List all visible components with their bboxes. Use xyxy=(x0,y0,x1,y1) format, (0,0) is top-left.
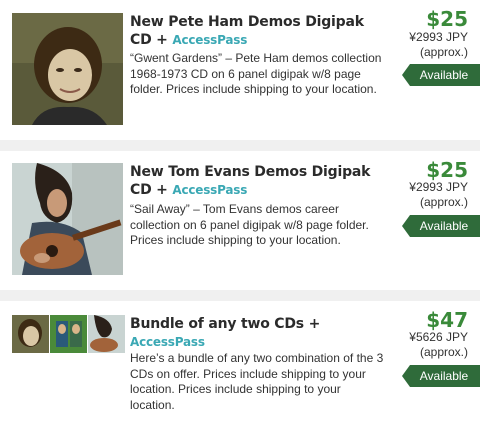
product-title[interactable]: Bundle of any two CDs + AccessPass xyxy=(130,315,388,351)
product-description: “Gwent Gardens” – Pete Ham demos collect… xyxy=(130,51,382,97)
product-price: $25 xyxy=(426,158,468,182)
product-price: $25 xyxy=(426,7,468,31)
product-title-text: New Tom Evans Demos Digipak CD + xyxy=(130,164,371,198)
product-description: Here’s a bundle of any two combination o… xyxy=(130,351,384,412)
product-image-bundle[interactable] xyxy=(12,315,125,353)
availability-badge: Available xyxy=(402,365,480,387)
product-price-jpy: ¥5626 JPY xyxy=(409,330,468,344)
product-card-tom-evans[interactable]: New Tom Evans Demos Digipak CD + AccessP… xyxy=(0,151,480,290)
availability-badge: Available xyxy=(402,215,480,237)
product-price-jpy: ¥2993 JPY xyxy=(409,180,468,194)
product-price-approx: (approx.) xyxy=(419,195,468,209)
product-price-approx: (approx.) xyxy=(419,345,468,359)
accesspass-link[interactable]: AccessPass xyxy=(130,333,388,351)
product-title[interactable]: New Pete Ham Demos Digipak CD + AccessPa… xyxy=(130,13,388,49)
product-image-pete-ham[interactable] xyxy=(12,13,123,125)
product-image-tom-evans[interactable] xyxy=(12,163,123,275)
product-description: “Sail Away” – Tom Evans demos career col… xyxy=(130,202,369,248)
product-card-bundle[interactable]: Bundle of any two CDs + AccessPass Here’… xyxy=(0,301,480,441)
product-price-jpy: ¥2993 JPY xyxy=(409,30,468,44)
availability-badge: Available xyxy=(402,64,480,86)
accesspass-link[interactable]: AccessPass xyxy=(172,33,247,47)
product-price: $47 xyxy=(426,308,468,332)
product-title[interactable]: New Tom Evans Demos Digipak CD + AccessP… xyxy=(130,163,388,199)
product-card-pete-ham[interactable]: New Pete Ham Demos Digipak CD + AccessPa… xyxy=(0,0,480,140)
accesspass-link[interactable]: AccessPass xyxy=(172,183,247,197)
product-title-text: Bundle of any two CDs + xyxy=(130,316,321,332)
product-price-approx: (approx.) xyxy=(419,45,468,59)
